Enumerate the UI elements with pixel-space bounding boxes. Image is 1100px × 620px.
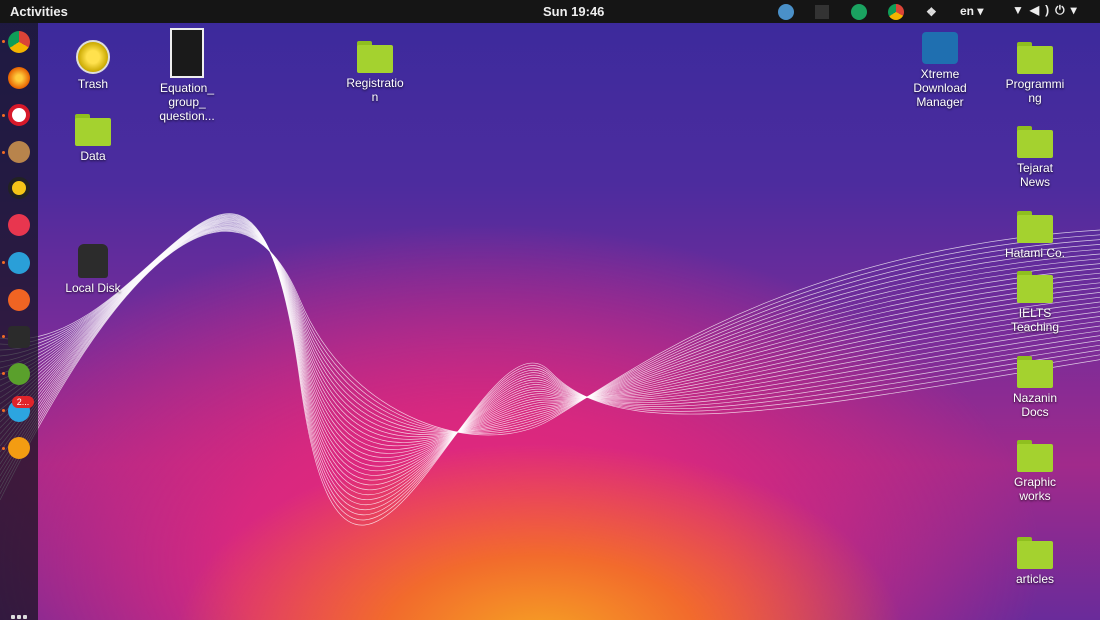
graphic-label: Graphic works [1013,475,1057,503]
dropbox-icon[interactable]: ❖ [926,2,937,21]
volume-icon: ◀) [1029,3,1056,17]
desktop-tejarat-folder[interactable]: Tejarat News [995,126,1075,189]
system-menu[interactable]: ▼◀)⏻▾ [1012,3,1083,18]
rhythmbox-icon[interactable] [8,177,30,199]
running-indicator [2,447,5,450]
chrome-icon[interactable] [8,31,30,53]
chevron-down-icon: ▾ [1070,3,1083,17]
folder-icon [1017,126,1053,158]
firefox-icon[interactable] [8,67,30,89]
desktop-local-disk[interactable]: Local Disk [53,244,133,295]
document-thumbnail-icon [170,28,204,78]
running-indicator [2,40,5,43]
xdm-label: Xtreme Download Manager [913,67,967,109]
articles-label: articles [1015,572,1054,586]
folder-icon [357,41,393,73]
desktop-data-folder[interactable]: Data [53,114,133,163]
files-icon[interactable] [8,141,30,163]
desktop-equation-file[interactable]: Equation_ group_ question... [147,28,227,123]
desktop-trash[interactable]: Trash [53,40,133,91]
tray-avatar-icon[interactable] [778,2,794,21]
desktop-nazanin-folder[interactable]: Nazanin Docs [995,356,1075,419]
clock[interactable]: Sun 19:46 [543,4,604,19]
desktop-programming-folder[interactable]: Programmi ng [995,42,1075,105]
running-indicator [2,372,5,375]
activities-button[interactable]: Activities [10,4,68,19]
folder-icon [1017,271,1053,303]
desktop-hatami-folder[interactable]: Hatami Co. [995,211,1075,260]
terminal-icon[interactable] [8,326,30,348]
power-icon: ⏻ [1055,3,1071,17]
tray-grid-icon[interactable] [815,2,829,21]
running-indicator [2,335,5,338]
chat-icon[interactable] [8,437,30,459]
language-label: en [960,4,975,18]
globe-icon[interactable] [8,363,30,385]
equation-file-label: Equation_ group_ question... [159,81,215,123]
software-icon[interactable] [8,214,30,236]
folder-icon [1017,440,1053,472]
running-indicator [2,409,5,412]
ubuntu-software-icon[interactable] [8,289,30,311]
top-panel: Activities Sun 19:46 ❖ en ▾ ▼◀)⏻▾ [0,0,1100,23]
download-manager-icon [922,32,958,64]
folder-icon [1017,537,1053,569]
data-label: Data [80,149,106,163]
folder-icon [1017,42,1053,74]
desktop-xdm[interactable]: Xtreme Download Manager [900,32,980,109]
drive-icon [78,244,108,278]
wifi-icon: ▼ [1012,3,1030,17]
desktop-articles-folder[interactable]: articles [995,537,1075,586]
compass-icon[interactable] [8,252,30,274]
dock: 2... [0,23,38,620]
desktop-registration-folder[interactable]: Registratio n [335,41,415,104]
opera-icon[interactable] [8,104,30,126]
language-selector[interactable]: en ▾ [960,4,983,18]
folder-icon [75,114,111,146]
ielts-label: IELTS Teaching [1010,306,1060,334]
running-indicator [2,151,5,154]
hangouts-icon[interactable] [851,2,867,21]
folder-icon [1017,356,1053,388]
chrome-tray-icon[interactable] [888,2,904,21]
trash-icon [76,40,110,74]
hatami-label: Hatami Co. [1004,246,1066,260]
nazanin-label: Nazanin Docs [1012,391,1058,419]
local-disk-label: Local Disk [65,281,121,295]
folder-icon [1017,211,1053,243]
desktop-graphic-folder[interactable]: Graphic works [995,440,1075,503]
show-applications-icon[interactable] [11,615,27,620]
running-indicator [2,114,5,117]
desktop-ielts-folder[interactable]: IELTS Teaching [995,271,1075,334]
registration-label: Registratio n [346,76,404,104]
running-indicator [2,261,5,264]
programming-label: Programmi ng [1005,77,1065,105]
notification-badge: 2... [12,396,34,408]
trash-label: Trash [77,77,109,91]
tejarat-label: Tejarat News [1016,161,1054,189]
